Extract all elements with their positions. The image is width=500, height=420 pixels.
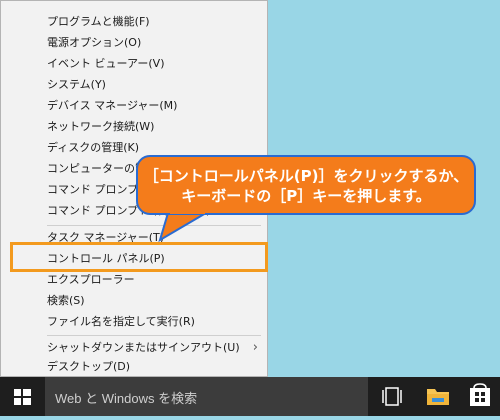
search-placeholder: Web と Windows を検索 bbox=[55, 391, 198, 406]
search-input[interactable]: Web と Windows を検索 bbox=[45, 377, 368, 416]
task-view-button[interactable] bbox=[372, 377, 412, 416]
taskbar: Web と Windows を検索 bbox=[0, 377, 500, 416]
folder-icon bbox=[427, 389, 449, 405]
store-button[interactable] bbox=[460, 377, 500, 416]
callout-pointer-cover bbox=[170, 206, 205, 214]
start-button[interactable] bbox=[0, 377, 45, 416]
store-bag-icon bbox=[470, 383, 490, 406]
file-explorer-button[interactable] bbox=[417, 377, 457, 416]
task-view-icon bbox=[382, 387, 402, 406]
windows-logo-icon bbox=[14, 389, 31, 405]
